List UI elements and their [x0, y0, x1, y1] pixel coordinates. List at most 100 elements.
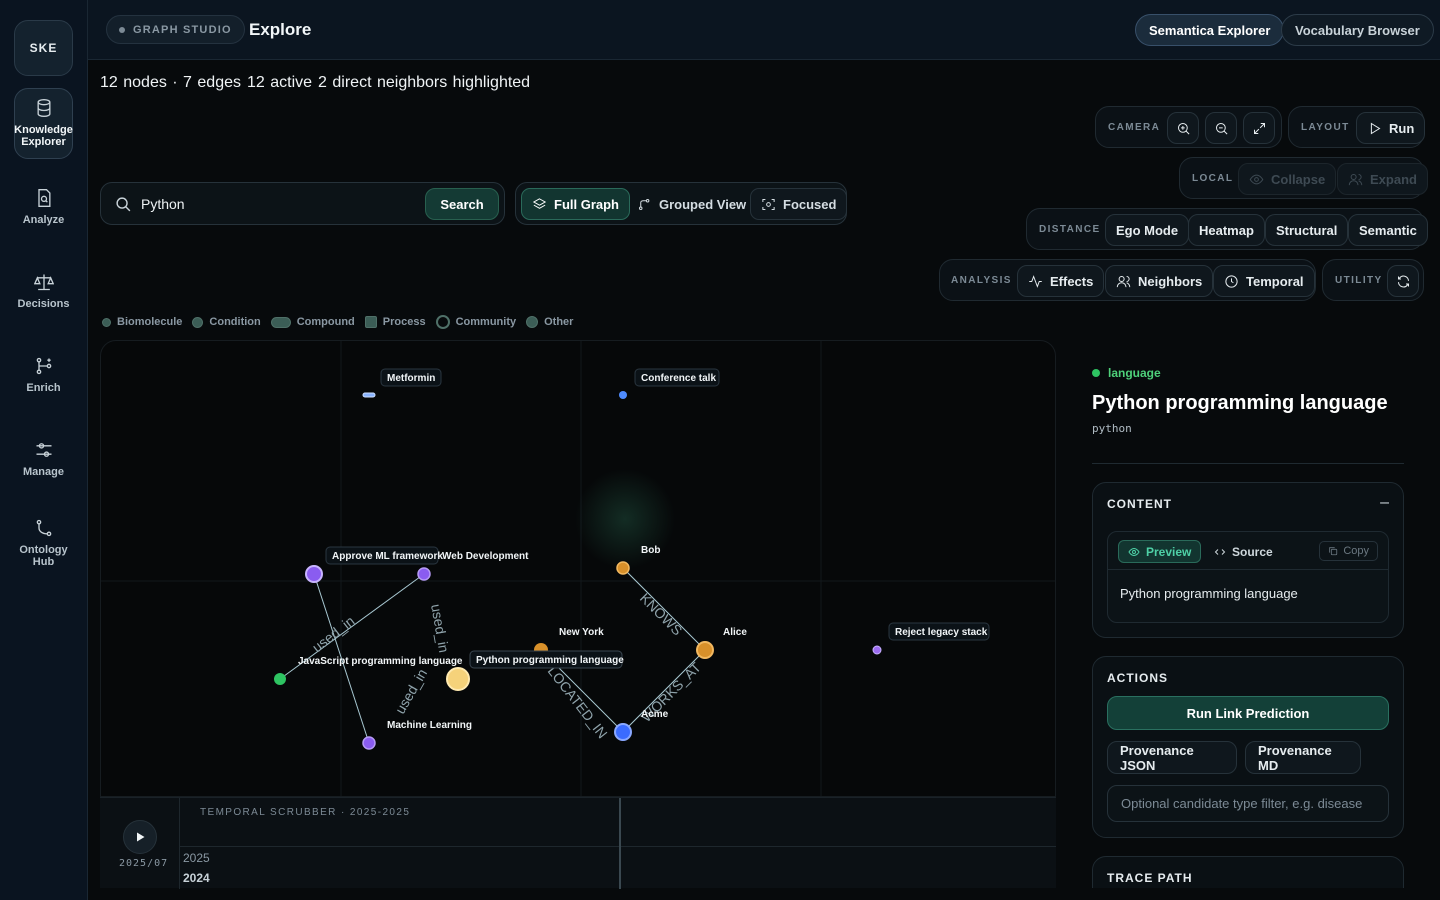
vocabulary-browser-button[interactable]: Vocabulary Browser	[1281, 14, 1434, 46]
node-labels: Metformin Conference talk Approve ML fra…	[298, 368, 990, 731]
focused-button[interactable]: Focused	[750, 188, 848, 220]
legend-item[interactable]: Other	[526, 316, 573, 328]
graph-node[interactable]	[274, 673, 286, 685]
camera-toolbar: CAMERA	[1095, 106, 1282, 148]
node-label: Reject legacy stack	[895, 627, 988, 638]
structural-button[interactable]: Structural	[1265, 214, 1349, 246]
sidebar-item-ontology-hub[interactable]: Ontology Hub	[14, 518, 73, 568]
zoom-in-button[interactable]	[1167, 112, 1199, 144]
sidebar-item-enrich[interactable]: Enrich	[14, 356, 73, 394]
provenance-json-button[interactable]: Provenance JSON	[1107, 741, 1237, 774]
collapse-button[interactable]: Collapse	[1238, 163, 1337, 195]
neighbors-label: Neighbors	[1138, 273, 1203, 289]
temporal-button[interactable]: Temporal	[1213, 265, 1315, 297]
utility-toolbar: UTILITY	[1322, 259, 1424, 301]
run-link-prediction-button[interactable]: Run Link Prediction	[1107, 696, 1389, 730]
zoom-out-button[interactable]	[1205, 112, 1237, 144]
semantica-explorer-button[interactable]: Semantica Explorer	[1135, 14, 1285, 46]
candidate-type-filter-input[interactable]	[1107, 785, 1389, 822]
refresh-icon	[1397, 275, 1409, 287]
refresh-button[interactable]	[1387, 265, 1419, 297]
play-button[interactable]	[123, 820, 157, 854]
grid	[101, 341, 1055, 796]
grouped-view-button[interactable]: Grouped View	[626, 188, 757, 220]
search-bar: Search	[100, 182, 505, 225]
topbar: GRAPH STUDIO Explore Semantica Explorer …	[88, 0, 1440, 60]
copy-label: Copy	[1343, 545, 1369, 557]
graph-node[interactable]	[616, 561, 630, 575]
edge-label: used_in	[392, 666, 430, 716]
tab-preview[interactable]: Preview	[1118, 540, 1202, 563]
database-icon	[37, 99, 50, 118]
sidebar-item-label: Decisions	[17, 298, 70, 310]
search-button[interactable]: Search	[425, 188, 499, 220]
semantic-button[interactable]: Semantic	[1348, 214, 1428, 246]
fit-view-button[interactable]	[1243, 112, 1275, 144]
focused-label: Focused	[783, 196, 837, 212]
graph-node[interactable]	[305, 565, 323, 583]
legend-item[interactable]: Compound	[270, 316, 355, 328]
graph-node[interactable]	[872, 645, 882, 655]
graph-node[interactable]	[619, 391, 627, 399]
legend-label: Community	[455, 316, 517, 328]
heatmap-button[interactable]: Heatmap	[1188, 214, 1265, 246]
legend-item[interactable]: Process	[364, 316, 426, 328]
scrubber-title: TEMPORAL SCRUBBER · 2025-2025	[200, 807, 411, 818]
effects-label: Effects	[1050, 273, 1094, 289]
node-label: New York	[559, 627, 604, 638]
branch-icon	[639, 198, 650, 210]
expand-button[interactable]: Expand	[1337, 163, 1428, 195]
graph-node[interactable]	[417, 567, 431, 581]
sidebar-item-knowledge-explorer[interactable]: Knowledge Explorer	[14, 88, 73, 159]
graph-node[interactable]	[362, 392, 376, 398]
graph-canvas[interactable]: used_in used_in used_in KNOWS LOCATED_IN…	[100, 340, 1056, 797]
effects-button[interactable]: Effects	[1017, 265, 1105, 297]
run-label: Run	[1389, 120, 1415, 136]
page-title: Explore	[249, 20, 312, 39]
studio-label: GRAPH STUDIO	[133, 23, 232, 36]
graph-node[interactable]	[614, 723, 632, 741]
analysis-toolbar: ANALYSIS Effects Neighbors Temporal	[939, 259, 1316, 301]
camera-label: CAMERA	[1108, 122, 1161, 133]
node-label: Conference talk	[641, 373, 716, 384]
play-icon	[137, 832, 145, 842]
full-graph-button[interactable]: Full Graph	[521, 188, 630, 220]
run-layout-button[interactable]: Run	[1356, 112, 1426, 144]
edge-label: used_in	[428, 603, 452, 654]
scrubber-handle[interactable]	[619, 798, 621, 889]
sidebar-item-manage[interactable]: Manage	[14, 440, 73, 478]
trace-path-card: TRACE PATH	[1092, 856, 1404, 888]
graph-svg[interactable]: used_in used_in used_in KNOWS LOCATED_IN…	[101, 341, 1056, 797]
sidebar-item-decisions[interactable]: Decisions	[14, 272, 73, 310]
neighbors-button[interactable]: Neighbors	[1105, 265, 1214, 297]
edge-label: KNOWS	[637, 590, 686, 639]
graph-node[interactable]	[362, 736, 376, 750]
local-toolbar: LOCAL Collapse Expand	[1179, 157, 1428, 199]
full-graph-label: Full Graph	[554, 196, 619, 212]
sidebar-item-analyze[interactable]: Analyze	[14, 188, 73, 226]
edge-label: used_in	[309, 613, 358, 656]
expand-icon	[1253, 122, 1265, 134]
graph-node-selected[interactable]	[446, 667, 470, 691]
legend-item[interactable]: Community	[435, 315, 517, 329]
provenance-md-button[interactable]: Provenance MD	[1245, 741, 1361, 774]
node-edge-count: 12 nodes · 7 edges	[100, 74, 241, 91]
legend-item[interactable]: Condition	[192, 316, 261, 328]
tab-source[interactable]: Source	[1214, 540, 1273, 563]
graph-node[interactable]	[696, 641, 714, 659]
legend-item[interactable]: Biomolecule	[102, 316, 182, 328]
ring-swatch-icon	[435, 315, 450, 329]
node-label: JavaScript programming language	[298, 656, 463, 667]
year-label: 2024	[183, 871, 210, 885]
divider	[1092, 463, 1404, 464]
legend-label: Other	[544, 316, 574, 328]
search-input[interactable]	[141, 193, 421, 215]
branch-icon	[36, 519, 51, 537]
sliders-icon	[36, 443, 51, 457]
distance-toolbar: DISTANCE Ego Mode Heatmap Structural Sem…	[1026, 208, 1428, 250]
collapse-button[interactable]: –	[1380, 494, 1389, 512]
document-search-icon	[37, 189, 50, 207]
app-logo[interactable]: SKE	[14, 20, 73, 76]
copy-button[interactable]: Copy	[1319, 541, 1378, 561]
ego-mode-button[interactable]: Ego Mode	[1105, 214, 1190, 246]
